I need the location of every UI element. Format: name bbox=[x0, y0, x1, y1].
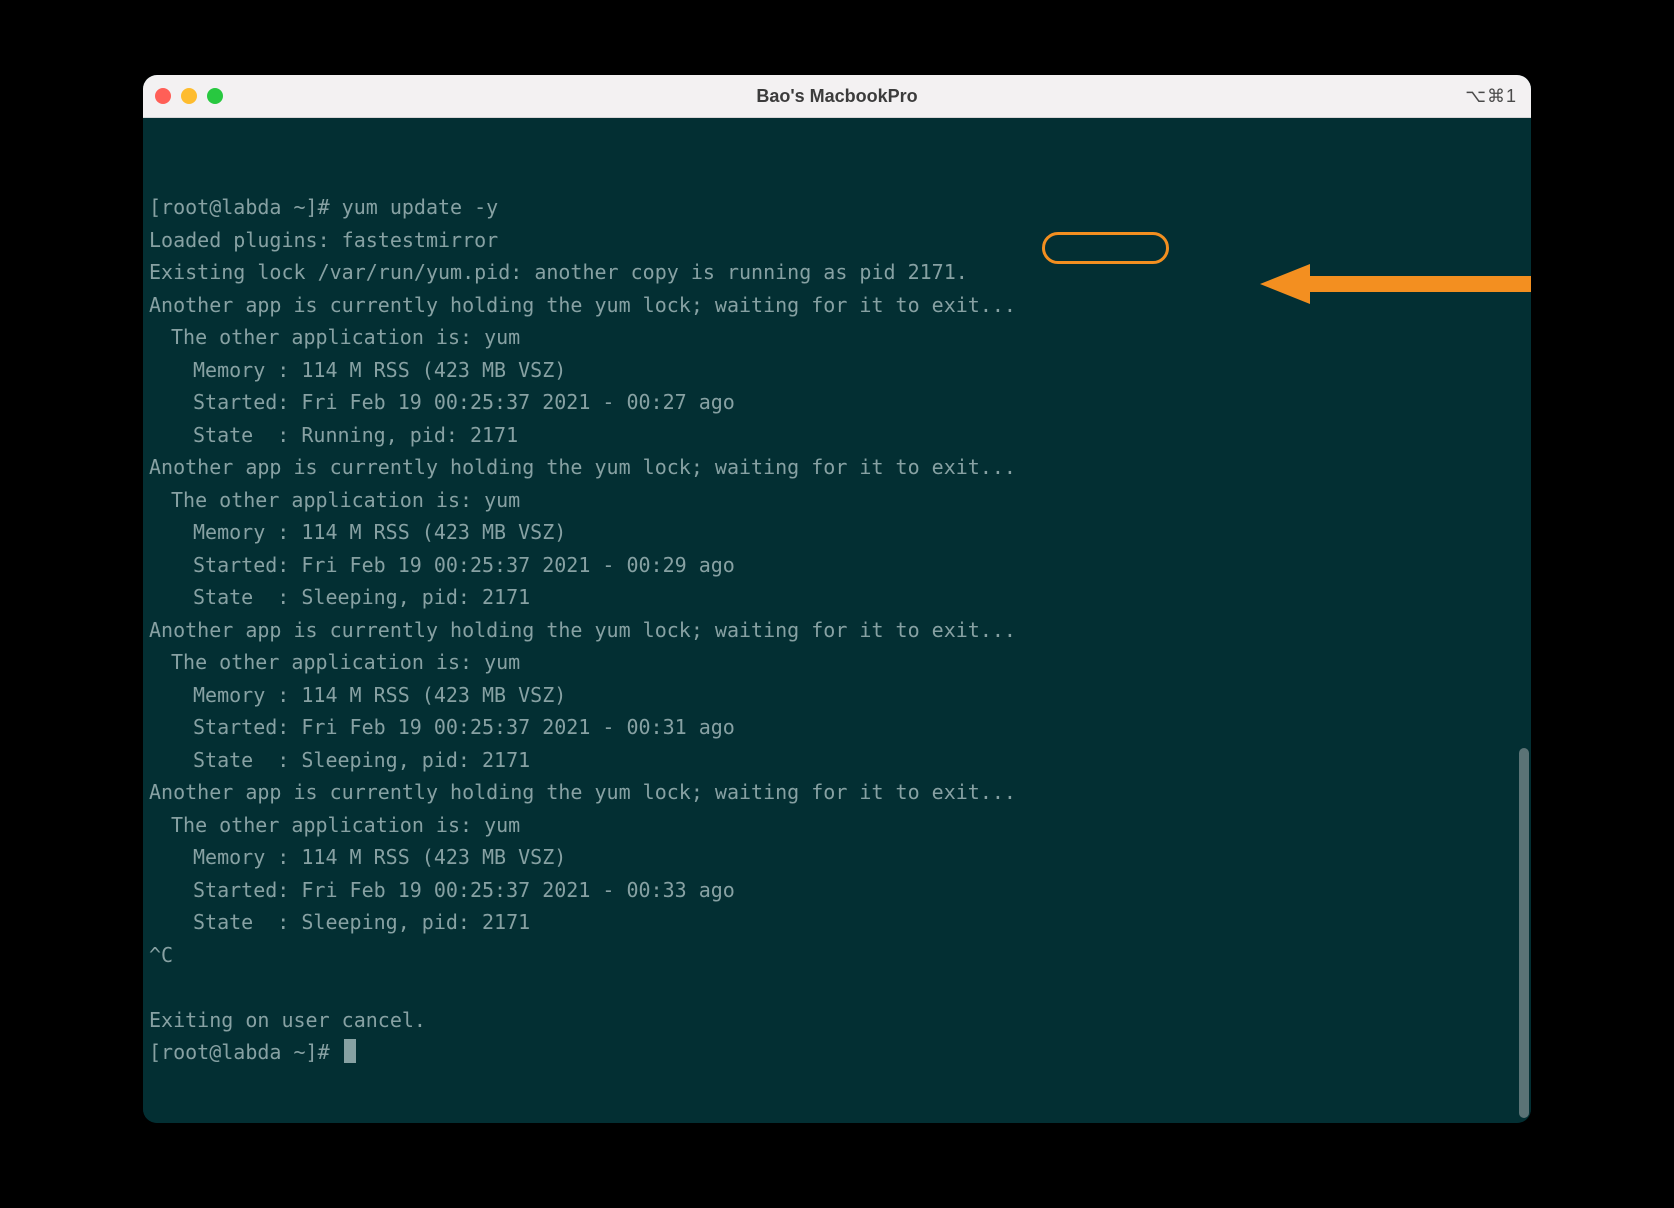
terminal-line: Started: Fri Feb 19 00:25:37 2021 - 00:2… bbox=[149, 386, 1525, 419]
terminal-line: Memory : 114 M RSS (423 MB VSZ) bbox=[149, 841, 1525, 874]
terminal-line: [root@labda ~]# yum update -y bbox=[149, 191, 1525, 224]
terminal-line: Started: Fri Feb 19 00:25:37 2021 - 00:3… bbox=[149, 711, 1525, 744]
terminal-line: Another app is currently holding the yum… bbox=[149, 614, 1525, 647]
traffic-lights bbox=[155, 88, 223, 104]
terminal-line: Exiting on user cancel. bbox=[149, 1004, 1525, 1037]
close-icon[interactable] bbox=[155, 88, 171, 104]
terminal-line: Loaded plugins: fastestmirror bbox=[149, 224, 1525, 257]
terminal-window: Bao's MacbookPro ⌥⌘1 [root@labda ~]# yum… bbox=[143, 75, 1531, 1123]
cursor-icon bbox=[344, 1039, 356, 1063]
terminal-line: State : Sleeping, pid: 2171 bbox=[149, 744, 1525, 777]
zoom-icon[interactable] bbox=[207, 88, 223, 104]
minimize-icon[interactable] bbox=[181, 88, 197, 104]
terminal-line: Another app is currently holding the yum… bbox=[149, 451, 1525, 484]
terminal-line: The other application is: yum bbox=[149, 809, 1525, 842]
window-title: Bao's MacbookPro bbox=[143, 86, 1531, 107]
terminal-line: Existing lock /var/run/yum.pid: another … bbox=[149, 256, 1525, 289]
terminal-line: Another app is currently holding the yum… bbox=[149, 289, 1525, 322]
terminal-line: Another app is currently holding the yum… bbox=[149, 776, 1525, 809]
terminal-body[interactable]: [root@labda ~]# yum update -yLoaded plug… bbox=[143, 118, 1531, 1123]
terminal-line: State : Running, pid: 2171 bbox=[149, 419, 1525, 452]
terminal-line: The other application is: yum bbox=[149, 646, 1525, 679]
terminal-line: The other application is: yum bbox=[149, 484, 1525, 517]
terminal-line: Memory : 114 M RSS (423 MB VSZ) bbox=[149, 516, 1525, 549]
terminal-line: Started: Fri Feb 19 00:25:37 2021 - 00:2… bbox=[149, 549, 1525, 582]
terminal-line bbox=[149, 971, 1525, 1004]
terminal-line: The other application is: yum bbox=[149, 321, 1525, 354]
terminal-line: State : Sleeping, pid: 2171 bbox=[149, 581, 1525, 614]
terminal-line: State : Sleeping, pid: 2171 bbox=[149, 906, 1525, 939]
terminal-line: ^C bbox=[149, 939, 1525, 972]
terminal-line: [root@labda ~]# bbox=[149, 1036, 1525, 1069]
scrollbar-thumb[interactable] bbox=[1519, 748, 1529, 1118]
terminal-line: Memory : 114 M RSS (423 MB VSZ) bbox=[149, 679, 1525, 712]
window-shortcut-hint: ⌥⌘1 bbox=[1465, 86, 1517, 107]
terminal-line: Memory : 114 M RSS (423 MB VSZ) bbox=[149, 354, 1525, 387]
window-titlebar: Bao's MacbookPro ⌥⌘1 bbox=[143, 75, 1531, 118]
terminal-line: Started: Fri Feb 19 00:25:37 2021 - 00:3… bbox=[149, 874, 1525, 907]
